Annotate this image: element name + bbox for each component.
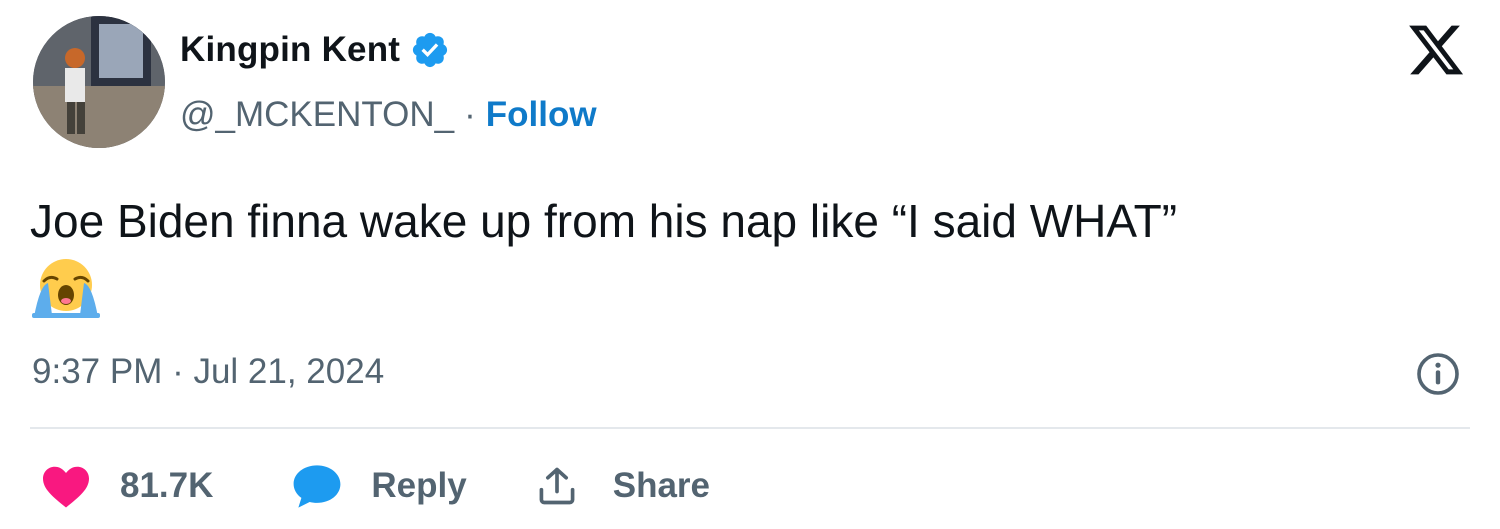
tweet-actions: 81.7K Reply Share: [30, 458, 710, 514]
avatar[interactable]: [33, 16, 165, 148]
share-icon: [539, 467, 575, 505]
reply-action[interactable]: Reply: [213, 462, 467, 510]
tweet-card: Kingpin Kent @_MCKENTON_ · Follow Joe Bi…: [0, 0, 1500, 529]
heart-icon: [43, 466, 89, 508]
author-name[interactable]: Kingpin Kent: [180, 30, 400, 70]
verified-badge-icon: [413, 32, 448, 68]
like-count: 81.7K: [120, 466, 214, 505]
tweet-timestamp[interactable]: 9:37 PM · Jul 21, 2024: [32, 352, 384, 392]
speech-bubble-icon: [294, 465, 341, 508]
divider: [30, 427, 1470, 429]
reply-label: Reply: [371, 466, 467, 505]
separator-dot: ·: [464, 95, 476, 134]
avatar-photo: [33, 16, 165, 148]
follow-button[interactable]: Follow: [486, 95, 597, 135]
info-icon[interactable]: [1414, 350, 1462, 398]
author-name-row: Kingpin Kent: [180, 30, 450, 70]
loudly-crying-face-icon: [32, 259, 100, 318]
author-handle[interactable]: @_MCKENTON_: [180, 95, 454, 135]
x-logo-icon[interactable]: [1404, 20, 1468, 80]
author-handle-row: @_MCKENTON_ · Follow: [180, 95, 597, 135]
share-label: Share: [612, 466, 710, 505]
share-action[interactable]: Share: [467, 464, 710, 508]
like-action[interactable]: 81.7K: [30, 463, 213, 509]
tweet-text: Joe Biden finna wake up from his nap lik…: [30, 195, 1178, 247]
